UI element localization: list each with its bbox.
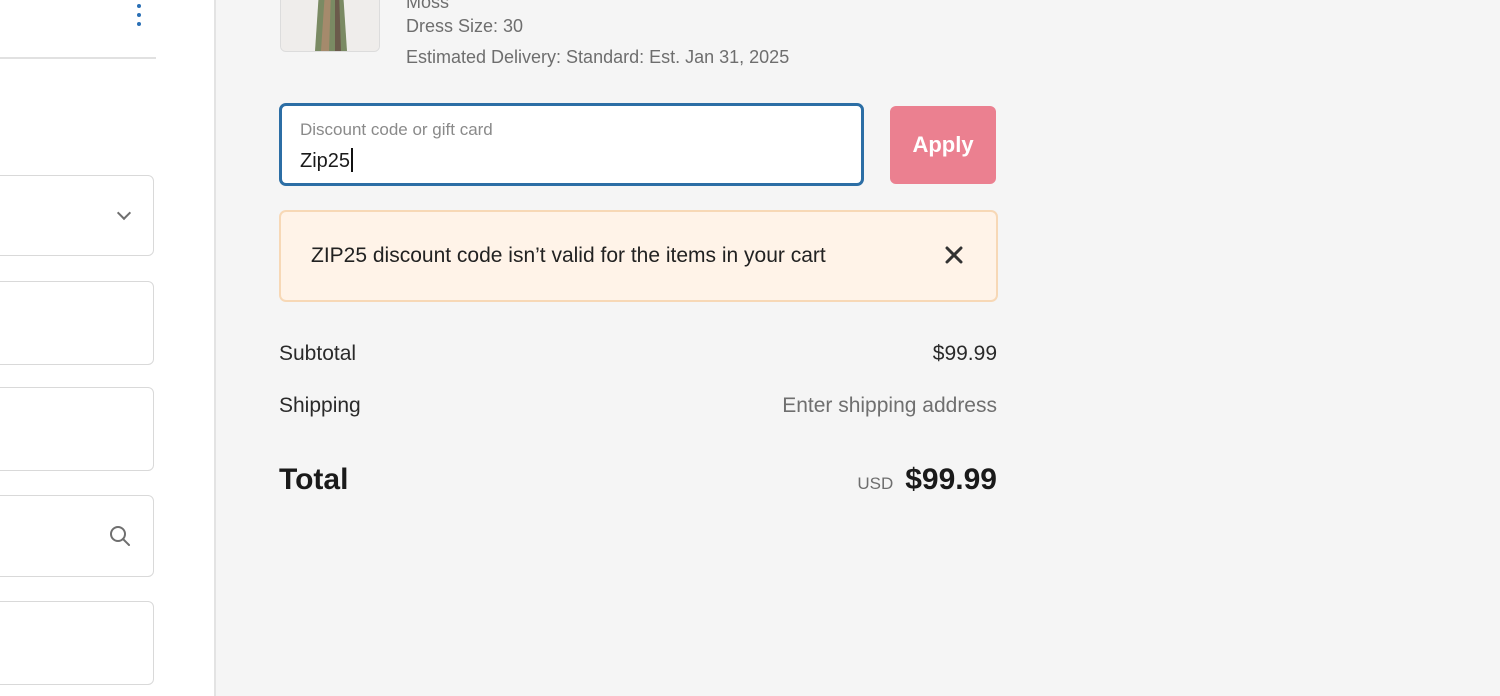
item-estimated-delivery: Estimated Delivery: Standard: Est. Jan 3… <box>406 47 790 67</box>
total-amount: USD $99.99 <box>857 463 997 497</box>
kebab-menu-icon[interactable] <box>130 2 148 30</box>
form-field[interactable] <box>0 387 154 471</box>
subtotal-label: Subtotal <box>279 342 357 365</box>
item-variant: Moss <box>406 0 450 12</box>
discount-input-label: Discount code or gift card <box>300 120 493 139</box>
discount-error-alert: ZIP25 discount code isn’t valid for the … <box>279 210 998 302</box>
currency-code: USD <box>857 474 894 493</box>
order-summary-panel: Moss Dress Size: 30 Estimated Delivery: … <box>216 0 1500 696</box>
total-value: $99.99 <box>905 463 997 496</box>
address-search-field[interactable] <box>0 495 154 577</box>
text-caret <box>351 148 354 172</box>
country-select[interactable] <box>0 175 154 256</box>
close-icon[interactable] <box>941 242 967 268</box>
form-field[interactable] <box>0 281 154 365</box>
checkout-page: Moss Dress Size: 30 Estimated Delivery: … <box>0 0 1500 696</box>
discount-input-value: Zip25 <box>300 148 354 173</box>
discount-code-input[interactable]: Discount code or gift card Zip25 <box>279 103 864 186</box>
subtotal-value: $99.99 <box>932 342 997 365</box>
total-label: Total <box>279 463 349 496</box>
item-dress-size: Dress Size: 30 <box>406 16 524 36</box>
apply-discount-button[interactable]: Apply <box>890 106 996 184</box>
chevron-down-icon <box>116 205 132 221</box>
divider <box>0 57 156 59</box>
product-thumbnail <box>280 0 380 52</box>
shipping-label: Shipping <box>279 394 361 417</box>
checkout-form-panel <box>0 0 216 696</box>
search-icon[interactable] <box>109 525 131 547</box>
shipping-value: Enter shipping address <box>782 394 997 417</box>
alert-message: ZIP25 discount code isn’t valid for the … <box>311 244 826 267</box>
form-field[interactable] <box>0 601 154 685</box>
